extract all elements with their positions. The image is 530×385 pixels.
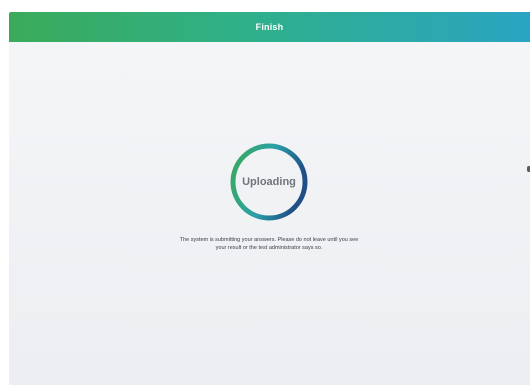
upload-screen: Finish Uploading The system is submittin… bbox=[9, 12, 530, 385]
upload-spinner: Uploading bbox=[229, 142, 309, 222]
header-bar: Finish bbox=[9, 12, 530, 42]
header-title: Finish bbox=[255, 22, 284, 32]
upload-status-label: Uploading bbox=[242, 176, 296, 188]
upload-message: The system is submitting your answers. P… bbox=[179, 237, 359, 251]
